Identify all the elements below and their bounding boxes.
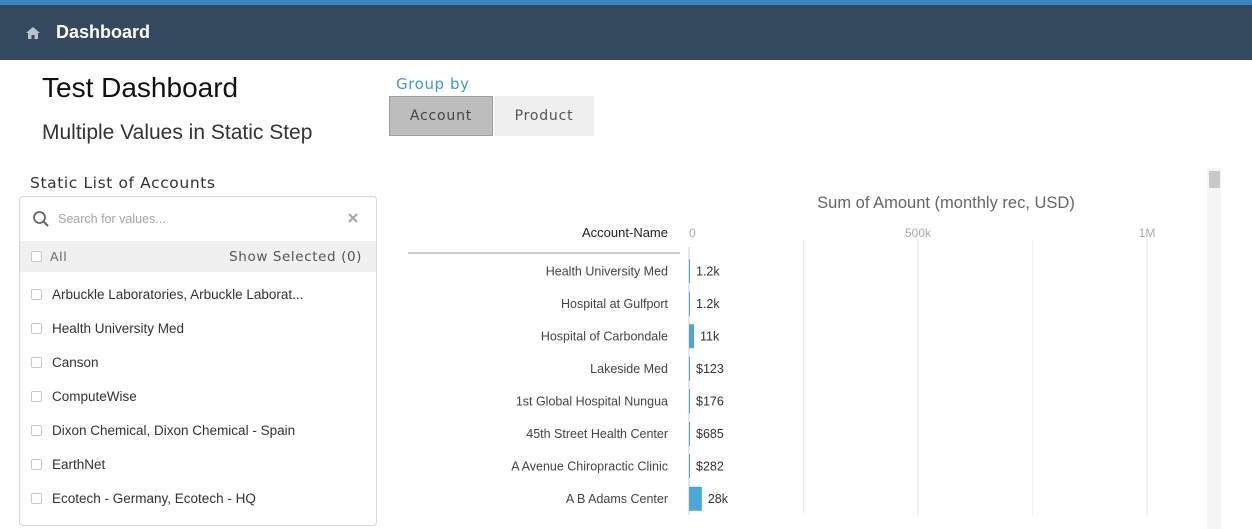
item-label: ComputeWise: [52, 388, 137, 404]
item-label: Arbuckle Laboratories, Arbuckle Laborat.…: [52, 286, 304, 302]
list-item[interactable]: Dixon Chemical, Dixon Chemical - Spain: [20, 415, 376, 445]
data-label: $176: [696, 394, 724, 408]
top-bar: Dashboard: [0, 5, 1252, 60]
list-item[interactable]: Canson: [20, 347, 376, 377]
list-item[interactable]: Health University Med: [20, 313, 376, 343]
category-label: Hospital at Gulfport: [561, 297, 669, 311]
select-all-label: All: [50, 249, 68, 264]
search-row: [20, 197, 376, 241]
data-label: 1.2k: [696, 297, 720, 311]
data-label: 28k: [708, 492, 729, 506]
bar-chart: Sum of Amount (monthly rec, USD) Account-…: [408, 194, 1156, 515]
item-label: EarthNet: [52, 456, 106, 472]
home-icon[interactable]: [24, 24, 42, 42]
item-checkbox[interactable]: [31, 458, 42, 470]
data-label: $282: [696, 459, 724, 473]
item-label: Dixon Chemical, Dixon Chemical - Spain: [52, 422, 296, 438]
item-label: Ecotech - Germany, Ecotech - HQ: [52, 490, 256, 506]
category-label: 45th Street Health Center: [526, 427, 668, 441]
page-title: Test Dashboard: [42, 72, 239, 103]
data-label: 11k: [700, 329, 720, 343]
category-label: 1st Global Hospital Nungua: [516, 394, 668, 408]
list-item[interactable]: Arbuckle Laboratories, Arbuckle Laborat.…: [20, 279, 376, 309]
bar: [689, 324, 695, 349]
item-checkbox[interactable]: [31, 390, 42, 402]
group-by-label: Group by: [396, 75, 470, 93]
chart-title: Sum of Amount (monthly rec, USD): [817, 194, 1075, 212]
bar: [689, 389, 690, 414]
group-by-account-button[interactable]: Account: [389, 96, 493, 136]
select-all-checkbox[interactable]: [31, 251, 42, 262]
scrollbar-thumb[interactable]: [1209, 171, 1220, 188]
data-label: $685: [696, 427, 724, 441]
search-input[interactable]: [58, 212, 328, 226]
dashboard-nav-title[interactable]: Dashboard: [56, 22, 150, 43]
category-label: A B Adams Center: [566, 492, 668, 506]
scrollbar-track[interactable]: [1207, 168, 1221, 529]
accounts-list-title: Static List of Accounts: [30, 174, 216, 192]
item-label: Health University Med: [52, 320, 185, 336]
item-checkbox[interactable]: [31, 424, 42, 436]
data-label: 1.2k: [696, 264, 720, 278]
item-checkbox[interactable]: [31, 356, 42, 368]
item-checkbox[interactable]: [31, 288, 42, 300]
select-all-row[interactable]: All Show Selected (0): [20, 241, 376, 272]
list-item[interactable]: EarthNet: [20, 449, 376, 479]
data-label: $123: [696, 362, 724, 376]
bar: [689, 291, 690, 316]
category-label: Lakeside Med: [590, 362, 668, 376]
accounts-list-panel: All Show Selected (0) Arbuckle Laborator…: [19, 196, 377, 526]
bar: [689, 421, 690, 446]
bar: [689, 259, 690, 284]
category-axis-label: Account-Name: [582, 225, 668, 240]
bar: [689, 356, 690, 381]
category-label: Hospital of Carbondale: [541, 329, 668, 343]
clear-search-icon[interactable]: [346, 211, 360, 225]
bar: [689, 486, 702, 511]
item-label: Canson: [52, 354, 99, 370]
x-tick-label: 500k: [905, 226, 932, 240]
show-selected-link[interactable]: Show Selected (0): [229, 249, 362, 265]
list-item[interactable]: Ecotech - Germany, Ecotech - HQ: [20, 483, 376, 513]
search-icon: [32, 210, 50, 228]
x-tick-label: 0: [689, 226, 696, 240]
page-subtitle: Multiple Values in Static Step: [42, 121, 313, 144]
category-label: A Avenue Chiropractic Clinic: [511, 459, 668, 473]
item-checkbox[interactable]: [31, 322, 42, 334]
category-label: Health University Med: [546, 264, 668, 278]
list-item[interactable]: ComputeWise: [20, 381, 376, 411]
item-checkbox[interactable]: [31, 492, 42, 504]
x-tick-label: 1M: [1139, 226, 1156, 240]
group-by-product-button[interactable]: Product: [494, 96, 594, 136]
bar: [689, 454, 690, 479]
